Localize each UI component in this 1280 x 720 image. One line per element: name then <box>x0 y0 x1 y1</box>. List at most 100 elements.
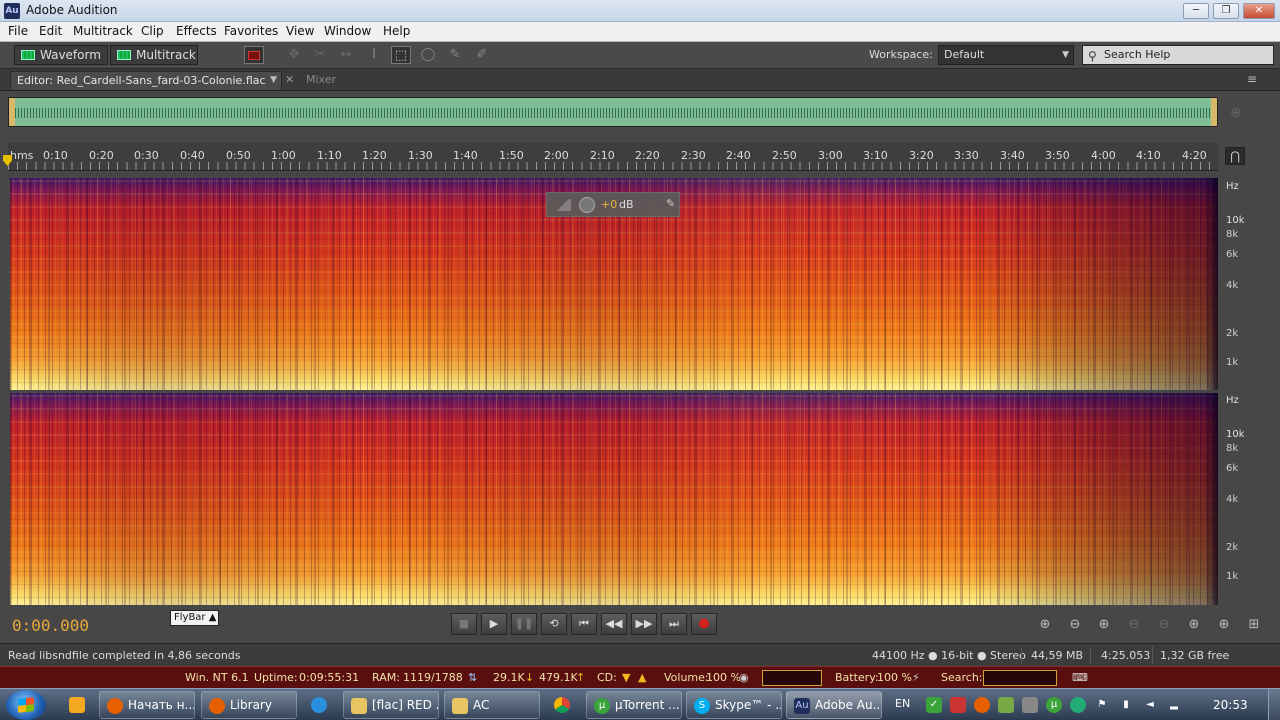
volume-label: Volume: <box>664 671 709 684</box>
menu-edit[interactable]: Edit <box>39 24 62 38</box>
tray-sync-icon[interactable] <box>1070 697 1086 713</box>
menu-view[interactable]: View <box>286 24 314 38</box>
move-tool-icon[interactable]: ✥ <box>284 46 304 64</box>
pause-button[interactable]: ❚❚ <box>511 613 537 635</box>
menu-help[interactable]: Help <box>383 24 410 38</box>
workspace-select[interactable]: Default ▼ <box>938 45 1074 65</box>
tray-utorrent-icon[interactable]: µ <box>1046 697 1062 713</box>
minimize-button[interactable]: ─ <box>1183 3 1209 19</box>
flybar-button[interactable]: FlyBar ▲ <box>170 610 219 626</box>
zoom-in-time-icon[interactable]: ⊕ <box>1092 615 1116 635</box>
start-button[interactable] <box>6 690 46 720</box>
menu-file[interactable]: File <box>8 24 28 38</box>
status-message: Read libsndfile completed in 4,86 second… <box>8 649 241 662</box>
marquee-tool-icon[interactable]: ⬚ <box>391 46 411 64</box>
rewind-button[interactable]: ◀◀ <box>601 613 627 635</box>
time-ruler[interactable]: hms 0:10 0:20 0:30 0:40 0:50 1:00 1:10 1… <box>8 143 1218 171</box>
ie-pin[interactable] <box>302 691 336 719</box>
ruler-tick-label: 1:00 <box>271 149 296 162</box>
freq-label: 1k <box>1226 357 1239 368</box>
menu-multitrack[interactable]: Multitrack <box>73 24 133 38</box>
zoom-out-amplitude-icon[interactable]: ⊖ <box>1063 615 1087 635</box>
snap-toggle-icon[interactable]: ⋂ <box>1225 147 1245 165</box>
lasso-tool-icon[interactable]: ◯ <box>418 46 438 64</box>
spectral-channel-right[interactable] <box>10 393 1218 605</box>
menu-effects[interactable]: Effects <box>176 24 217 38</box>
taskbar-skype[interactable]: S Skype™ - ... <box>686 691 782 719</box>
system-search-input[interactable] <box>983 670 1057 686</box>
show-desktop-button[interactable] <box>1268 689 1280 720</box>
tray-signal-icon[interactable]: ▂ <box>1166 697 1182 713</box>
tray-settings-icon[interactable] <box>1022 697 1038 713</box>
search-help-input[interactable]: ⚲ Search Help <box>1082 45 1274 65</box>
spectral-display-toggle[interactable] <box>244 46 264 64</box>
overview-right-handle[interactable] <box>1211 98 1217 126</box>
stop-button[interactable]: ■ <box>451 613 477 635</box>
zoom-in-left-icon[interactable]: ⊕ <box>1182 615 1206 635</box>
cd-close-icon[interactable]: ▲ <box>638 671 646 684</box>
close-button[interactable]: ✕ <box>1243 3 1275 19</box>
freq-label: 6k <box>1226 249 1239 260</box>
taskbar-utorrent[interactable]: µ µTorrent ... <box>586 691 682 719</box>
zoom-in-right-icon[interactable]: ⊕ <box>1212 615 1236 635</box>
razor-tool-icon[interactable]: ✂ <box>310 46 330 64</box>
media-player-pin[interactable] <box>60 691 94 719</box>
spot-healing-tool-icon[interactable]: ✐ <box>472 46 492 64</box>
tray-check-icon[interactable]: ✓ <box>926 697 942 713</box>
panel-menu-icon[interactable]: ≡ <box>1247 72 1257 86</box>
tray-battery-icon[interactable]: ▮ <box>1118 697 1134 713</box>
chevron-down-icon[interactable]: ▼ <box>270 72 277 89</box>
tray-app-icon[interactable] <box>998 697 1014 713</box>
overview-left-handle[interactable] <box>9 98 15 126</box>
input-language[interactable]: EN <box>895 697 910 710</box>
tray-antivirus-icon[interactable] <box>950 697 966 713</box>
workspace-label: Workspace: <box>869 48 933 61</box>
cd-eject-icon[interactable]: ▼ <box>622 671 630 684</box>
close-icon[interactable]: ✕ <box>285 73 294 86</box>
current-time-display: 0:00.000 <box>12 616 90 635</box>
waveform-overview[interactable] <box>8 97 1218 127</box>
taskbar-explorer-ac[interactable]: AC <box>444 691 540 719</box>
taskbar-adobe-audition[interactable]: Au Adobe Au... <box>786 691 882 719</box>
ruler-tick-label: 2:40 <box>726 149 751 162</box>
menu-clip[interactable]: Clip <box>141 24 164 38</box>
play-button[interactable]: ▶ <box>481 613 507 635</box>
brush-tool-icon[interactable]: ✎ <box>445 46 465 64</box>
skip-to-end-button[interactable]: ⏭ <box>661 613 687 635</box>
slip-tool-icon[interactable]: ↔ <box>336 46 356 64</box>
volume-knob[interactable] <box>579 197 595 213</box>
zoom-in-amplitude-icon[interactable]: ⊕ <box>1033 615 1057 635</box>
tray-flag-icon[interactable]: ⚑ <box>1094 697 1110 713</box>
tab-mixer[interactable]: Mixer <box>306 73 336 86</box>
menu-window[interactable]: Window <box>324 24 371 38</box>
record-button[interactable]: ● <box>691 613 717 635</box>
time-selection-tool-icon[interactable]: Ι <box>364 46 384 64</box>
upload-rate: 479.1K <box>539 671 578 684</box>
zoom-out-full-icon[interactable]: ⊖ <box>1152 615 1176 635</box>
frequency-axis-right: Hz 10k 8k 6k 4k 2k 1k <box>1218 393 1280 605</box>
search-help-placeholder: Search Help <box>1104 48 1171 61</box>
taskbar-firefox-library[interactable]: Library <box>201 691 297 719</box>
chrome-pin[interactable] <box>545 691 579 719</box>
volume-slider[interactable] <box>762 670 822 686</box>
tray-firefox-icon[interactable] <box>974 697 990 713</box>
menu-favorites[interactable]: Favorites <box>224 24 278 38</box>
skip-to-start-button[interactable]: ⏮ <box>571 613 597 635</box>
taskbar-explorer-flac[interactable]: [flac] RED ... <box>343 691 439 719</box>
battery-label: Battery: <box>835 671 879 684</box>
multitrack-mode-button[interactable]: Multitrack <box>110 45 198 65</box>
taskbar-clock[interactable]: 20:53 <box>1213 698 1248 712</box>
zoom-out-time-icon[interactable]: ⊖ <box>1122 615 1146 635</box>
zoom-selection-icon[interactable]: ⊞ <box>1242 615 1266 635</box>
tab-editor[interactable]: Editor: Red_Cardell-Sans_fard-03-Colonie… <box>10 71 282 90</box>
fast-forward-button[interactable]: ▶▶ <box>631 613 657 635</box>
maximize-button[interactable]: ❐ <box>1213 3 1239 19</box>
waveform-mode-button[interactable]: Waveform <box>14 45 108 65</box>
pin-icon[interactable]: ✎ <box>666 197 675 210</box>
tray-volume-icon[interactable]: ◄ <box>1142 697 1158 713</box>
loop-button[interactable]: ⟲ <box>541 613 567 635</box>
hud-db-unit: dB <box>619 198 634 211</box>
taskbar-label: Library <box>230 698 272 712</box>
taskbar-firefox-1[interactable]: Начать н... <box>99 691 195 719</box>
flybar-label: FlyBar <box>174 612 206 623</box>
